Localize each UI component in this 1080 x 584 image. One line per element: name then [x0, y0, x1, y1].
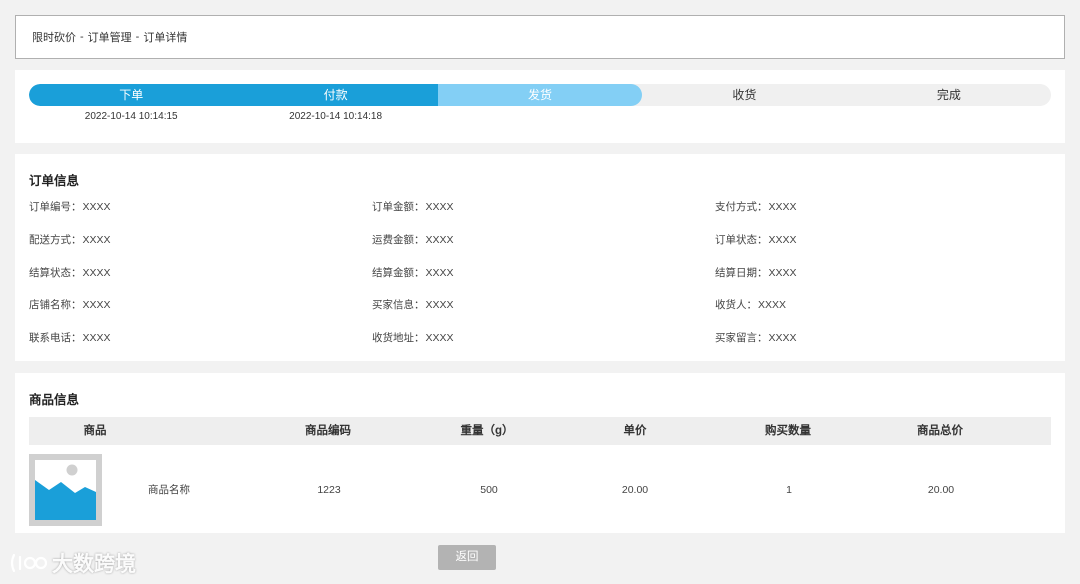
product-info-card: 商品信息 商品 商品编码 重量（g） 单价 购买数量 商品总价 商品名称 122… — [15, 373, 1065, 533]
watermark-text: 大数跨境 — [52, 553, 136, 576]
step-receive: 收货 — [732, 88, 757, 102]
info-row: 配送方式：XXXX 运费金额：XXXX 订单状态：XXXX — [29, 233, 1059, 266]
info-payment-method: 支付方式：XXXX — [715, 201, 797, 213]
column-header-code: 商品编码 — [305, 425, 351, 437]
step-complete: 完成 — [936, 88, 961, 102]
info-order-number: 订单编号：XXXX — [29, 201, 111, 213]
step-time-receive — [642, 111, 846, 122]
info-buyer-info: 买家信息：XXXX — [372, 299, 454, 312]
logo-icon — [10, 553, 48, 573]
order-info-grid: 订单编号：XXXX 订单金额：XXXX 支付方式：XXXX 配送方式：XXXX … — [29, 200, 1059, 364]
order-info-card: 订单信息 订单编号：XXXX 订单金额：XXXX 支付方式：XXXX 配送方式：… — [15, 154, 1065, 361]
progress-step-times: 2022-10-14 10:14:15 2022-10-14 10:14:18 — [29, 111, 1051, 122]
product-code: 1223 — [317, 484, 341, 496]
image-placeholder-icon — [29, 454, 102, 526]
info-row: 订单编号：XXXX 订单金额：XXXX 支付方式：XXXX — [29, 200, 1059, 233]
order-detail-page: 限时砍价 - 订单管理 - 订单详情 下单 付款 发货 收货 完成 2022-1… — [0, 0, 1080, 584]
product-table-header: 商品 商品编码 重量（g） 单价 购买数量 商品总价 — [29, 417, 1051, 445]
column-header-weight: 重量（g） — [460, 425, 514, 437]
column-header-quantity: 购买数量 — [765, 425, 811, 437]
table-row: 商品名称 1223 500 20.00 1 20.00 — [29, 453, 1051, 527]
info-delivery-method: 配送方式：XXXX — [29, 233, 111, 246]
info-settlement-status: 结算状态：XXXX — [29, 266, 111, 279]
column-header-product: 商品 — [83, 425, 107, 437]
info-order-status: 订单状态：XXXX — [715, 233, 797, 246]
order-progress-card: 下单 付款 发货 收货 完成 2022-10-14 10:14:15 2022-… — [15, 70, 1065, 143]
product-weight: 500 — [480, 484, 498, 496]
column-header-total: 商品总价 — [917, 425, 963, 437]
info-settlement-amount: 结算金额：XXXX — [372, 266, 454, 279]
step-time-place-order: 2022-10-14 10:14:15 — [84, 111, 178, 122]
progress-steps: 下单 付款 发货 收货 完成 — [29, 84, 1051, 106]
breadcrumb-separator: - — [135, 31, 140, 43]
breadcrumb-item-order-detail: 订单详情 — [143, 32, 188, 44]
step-time-complete — [847, 111, 1051, 122]
step-shipping: 发货 — [528, 88, 553, 102]
product-name[interactable]: 商品名称 — [139, 453, 199, 527]
step-time-shipping — [438, 111, 642, 122]
info-row: 联系电话：XXXX 收货地址：XXXX 买家留言：XXXX — [29, 331, 1059, 364]
product-quantity: 1 — [786, 484, 792, 496]
breadcrumb-item-bargain[interactable]: 限时砍价 — [32, 29, 76, 45]
info-buyer-message: 买家留言：XXXX — [715, 332, 797, 345]
info-phone: 联系电话：XXXX — [29, 332, 111, 345]
step-payment: 付款 — [323, 88, 348, 102]
step-time-payment: 2022-10-14 10:14:18 — [289, 111, 383, 122]
info-order-amount: 订单金额：XXXX — [372, 201, 454, 213]
product-unit-price: 20.00 — [621, 484, 649, 496]
info-row: 结算状态：XXXX 结算金额：XXXX 结算日期：XXXX — [29, 266, 1059, 299]
breadcrumb-item-order-management[interactable]: 订单管理 — [88, 29, 132, 45]
step-place-order: 下单 — [119, 88, 144, 102]
info-shipping-fee: 运费金额：XXXX — [372, 233, 454, 246]
breadcrumb: 限时砍价 - 订单管理 - 订单详情 — [15, 15, 1065, 59]
breadcrumb-separator: - — [80, 31, 84, 43]
product-total-price: 20.00 — [927, 484, 955, 496]
info-store-name: 店铺名称：XXXX — [29, 299, 111, 312]
column-header-price: 单价 — [623, 425, 647, 437]
info-row: 店铺名称：XXXX 买家信息：XXXX 收货人：XXXX — [29, 298, 1059, 331]
info-settlement-date: 结算日期：XXXX — [715, 266, 797, 279]
watermark: 大数跨境 — [8, 548, 136, 578]
order-info-title: 订单信息 — [29, 174, 80, 188]
back-button[interactable]: 返回 — [438, 545, 496, 570]
info-address: 收货地址：XXXX — [372, 332, 454, 345]
product-info-title: 商品信息 — [29, 393, 80, 407]
info-consignee: 收货人：XXXX — [715, 299, 787, 312]
